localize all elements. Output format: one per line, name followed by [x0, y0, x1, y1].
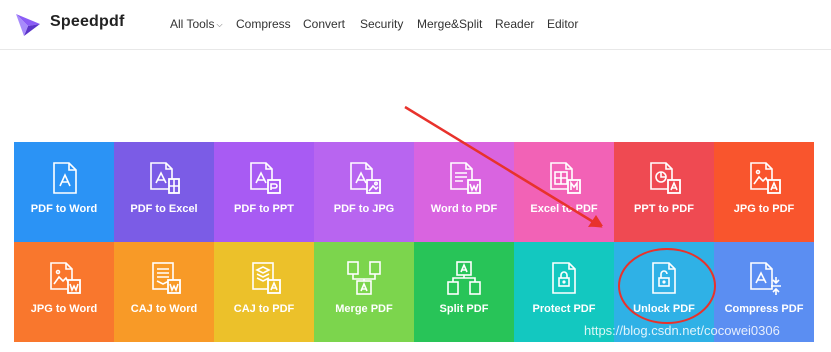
tool-caj-to-word[interactable]: CAJ to Word — [114, 242, 214, 342]
nav-all-tools-label: All Tools — [170, 17, 215, 31]
tool-label: Split PDF — [439, 303, 489, 315]
image-word-icon — [50, 262, 81, 294]
nav-reader[interactable]: Reader — [495, 17, 534, 31]
tool-pdf-to-ppt[interactable]: PDF to PPT — [214, 142, 314, 242]
tool-label: PDF to Excel — [130, 203, 198, 215]
tools-grid: PDF to Word PDF to Excel PDF to PPT PDF … — [14, 142, 816, 342]
pdf-excel-icon — [150, 162, 180, 194]
tool-label: JPG to Word — [30, 303, 98, 315]
tool-label: PDF to Word — [30, 203, 98, 215]
chevron-down-icon: ⌵ — [216, 20, 223, 29]
tool-label: CAJ to Word — [130, 303, 198, 315]
pdf-image-icon — [350, 162, 381, 194]
watermark-text: https://blog.csdn.net/cocowei0306 — [584, 323, 780, 338]
pdf-file-icon — [53, 162, 77, 194]
tool-label: Protect PDF — [532, 303, 596, 315]
lock-icon — [552, 262, 576, 294]
tool-merge-pdf[interactable]: Merge PDF — [314, 242, 414, 342]
ppt-chart-icon — [650, 162, 681, 194]
top-navigation-bar: Speedpdf All Tools ⌵ Compress Convert Sec… — [0, 0, 831, 50]
tool-caj-to-pdf[interactable]: CAJ to PDF — [214, 242, 314, 342]
caj-layers-icon — [252, 262, 281, 294]
caj-stack-icon — [152, 262, 181, 294]
tool-label: PDF to JPG — [333, 203, 395, 215]
tool-label: CAJ to PDF — [233, 303, 295, 315]
tool-label: PPT to PDF — [634, 203, 694, 215]
nav-security[interactable]: Security — [360, 17, 403, 31]
tool-label: PDF to PPT — [234, 203, 294, 215]
split-icon — [447, 261, 481, 295]
word-document-icon — [450, 162, 481, 194]
tool-label: Unlock PDF — [633, 303, 695, 315]
tool-label: JPG to PDF — [733, 203, 795, 215]
nav-convert[interactable]: Convert — [303, 17, 345, 31]
speedpdf-logo-icon[interactable] — [14, 10, 42, 38]
pdf-ppt-icon — [250, 162, 281, 194]
image-pdf-icon — [750, 162, 781, 194]
tool-jpg-to-pdf[interactable]: JPG to PDF — [714, 142, 814, 242]
compress-icon — [750, 262, 781, 295]
tool-ppt-to-pdf[interactable]: PPT to PDF — [614, 142, 714, 242]
tool-pdf-to-word[interactable]: PDF to Word — [14, 142, 114, 242]
brand-name[interactable]: Speedpdf — [50, 13, 125, 31]
tool-label: Merge PDF — [335, 303, 393, 315]
nav-editor[interactable]: Editor — [547, 17, 578, 31]
tool-split-pdf[interactable]: Split PDF — [414, 242, 514, 342]
tool-label: Excel to PDF — [530, 203, 598, 215]
nav-all-tools[interactable]: All Tools ⌵ — [170, 17, 223, 31]
tool-jpg-to-word[interactable]: JPG to Word — [14, 242, 114, 342]
tool-word-to-pdf[interactable]: Word to PDF — [414, 142, 514, 242]
unlock-icon — [652, 262, 676, 294]
tool-excel-to-pdf[interactable]: Excel to PDF — [514, 142, 614, 242]
tool-label: Word to PDF — [430, 203, 498, 215]
excel-grid-icon — [550, 162, 581, 194]
merge-icon — [347, 261, 381, 295]
nav-merge-split[interactable]: Merge&Split — [417, 17, 482, 31]
nav-compress[interactable]: Compress — [236, 17, 291, 31]
tool-label: Compress PDF — [724, 303, 804, 315]
tool-pdf-to-jpg[interactable]: PDF to JPG — [314, 142, 414, 242]
tool-pdf-to-excel[interactable]: PDF to Excel — [114, 142, 214, 242]
